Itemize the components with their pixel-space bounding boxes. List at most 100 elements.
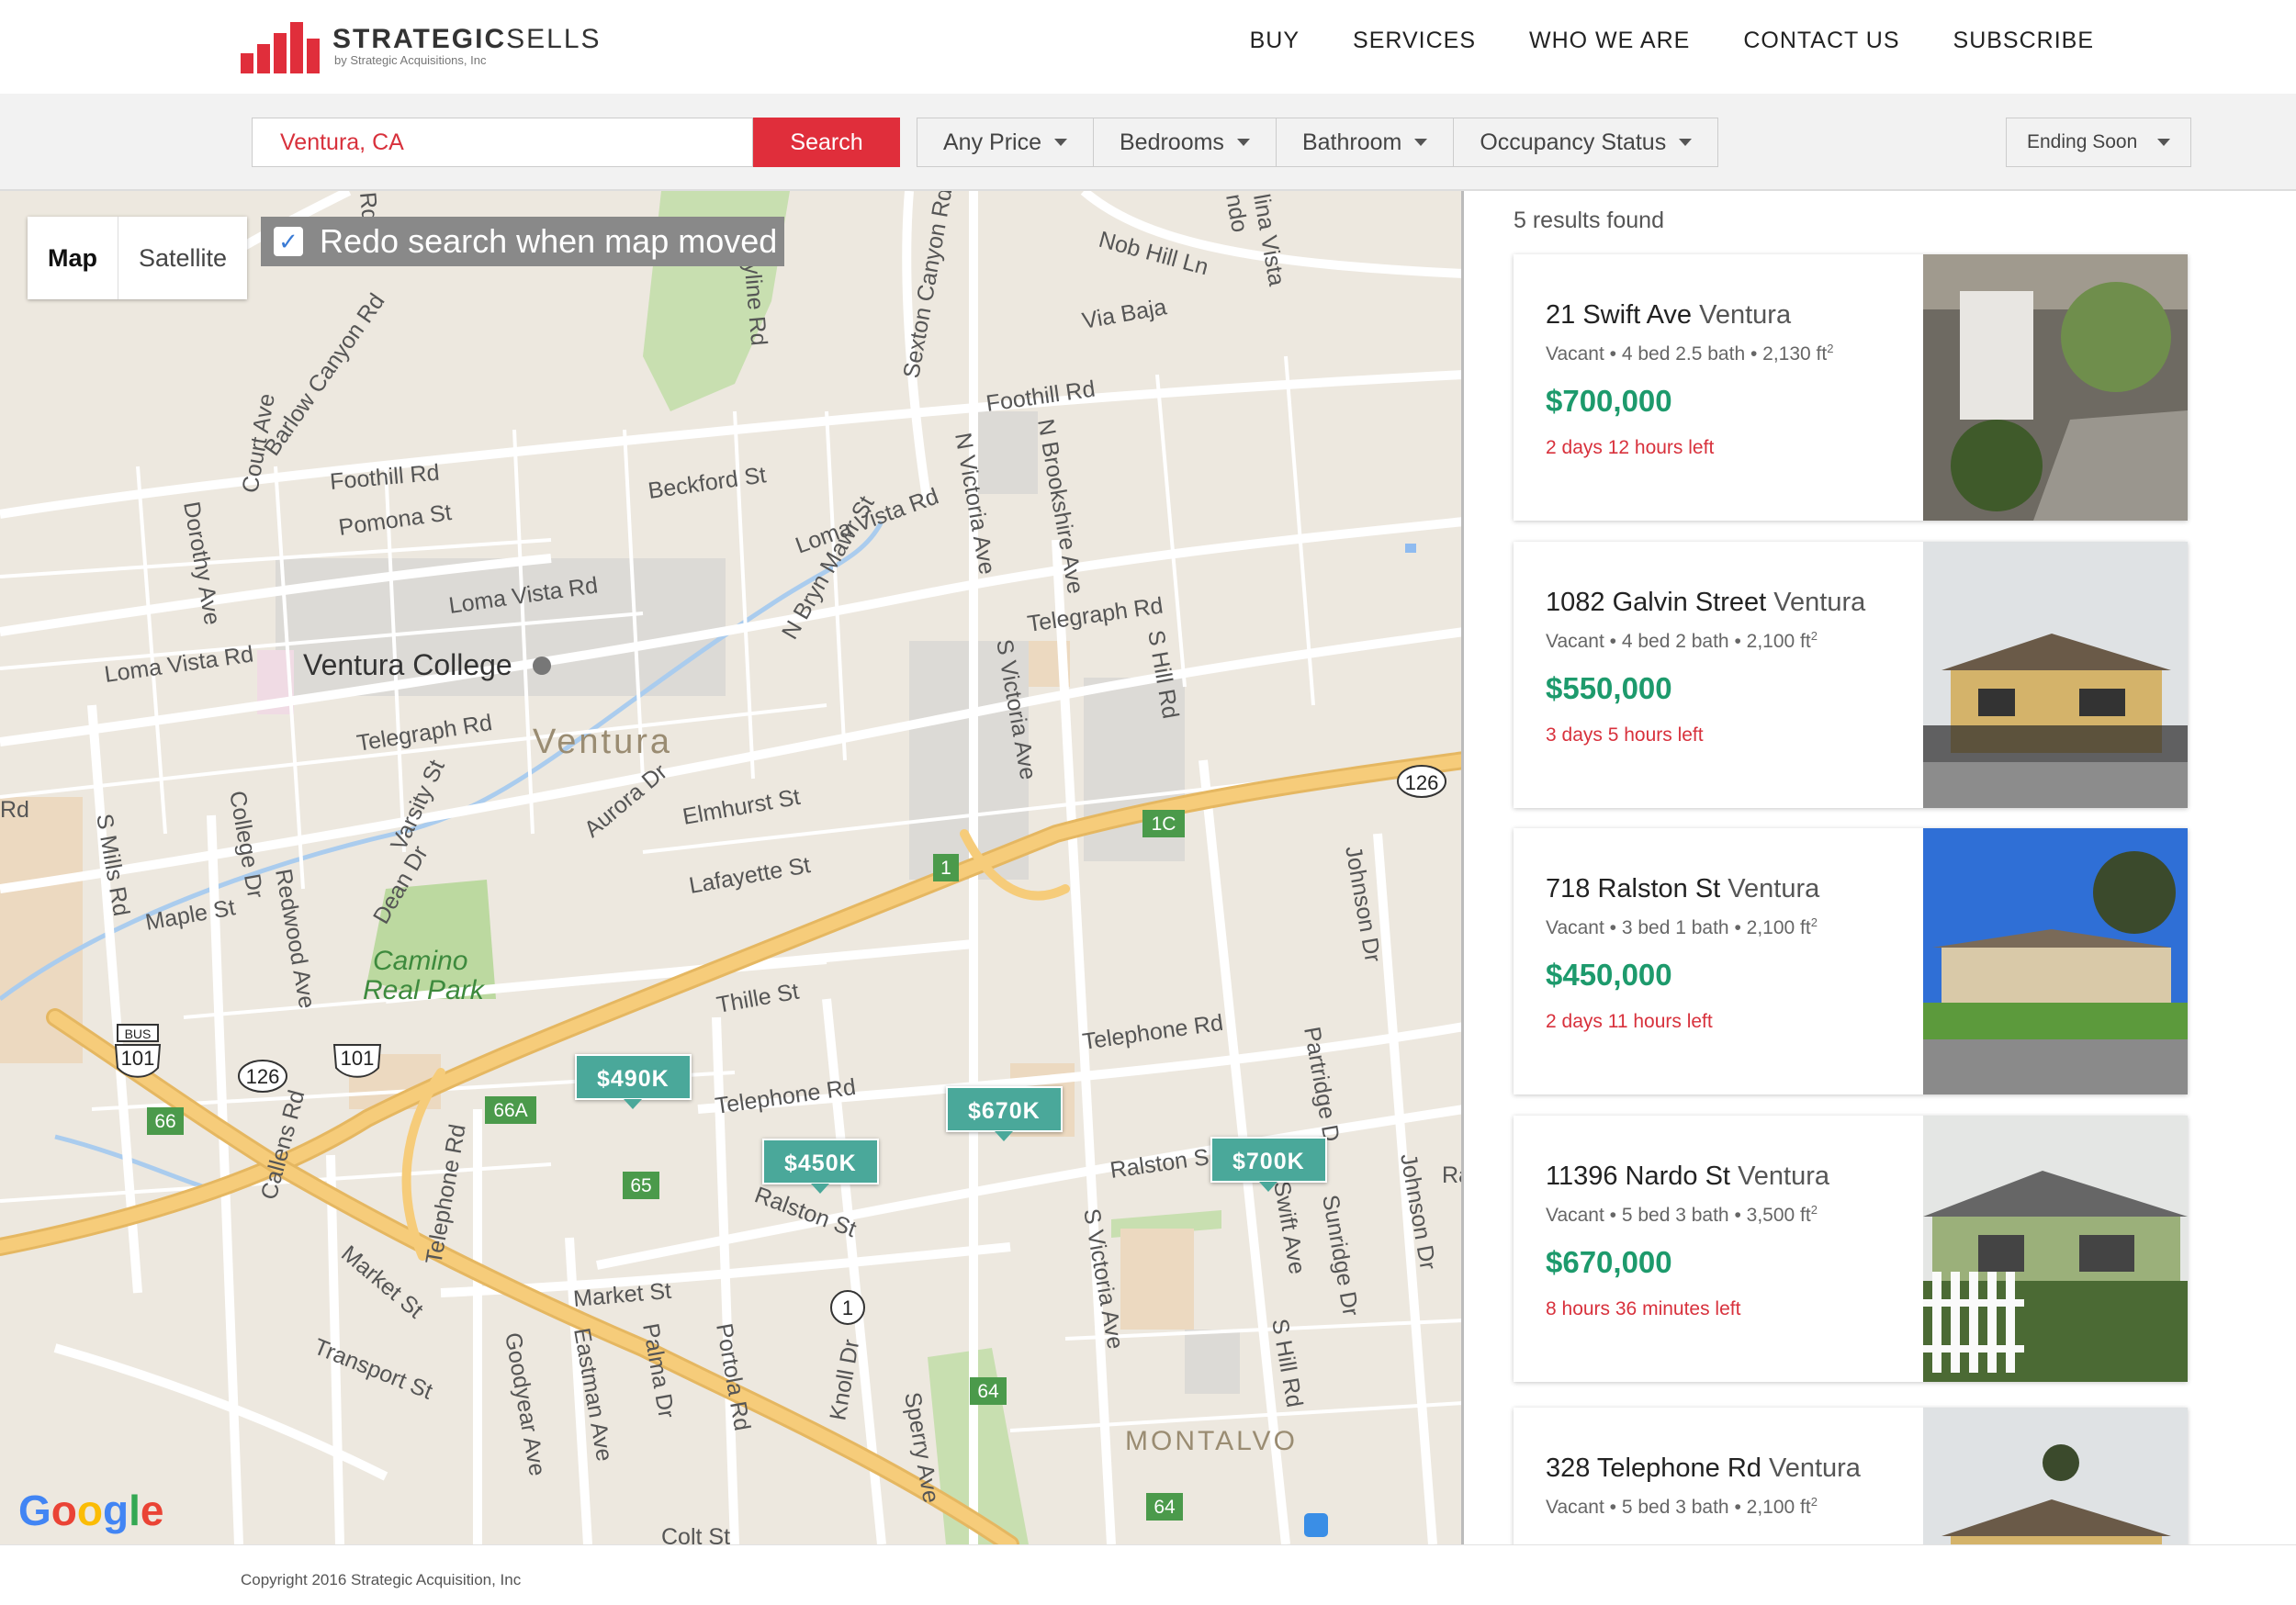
svg-text:Elmhurst St: Elmhurst St — [681, 784, 802, 830]
label-ventura-college: Ventura College — [303, 648, 512, 681]
svg-text:64: 64 — [1154, 1497, 1176, 1518]
svg-text:Transport St: Transport St — [310, 1334, 436, 1405]
svg-text:101: 101 — [121, 1047, 155, 1070]
svg-text:Telephone Rd: Telephone Rd — [1081, 1010, 1225, 1055]
hwy-126-shield-east: 126 — [1397, 765, 1446, 798]
water-feature — [1405, 544, 1416, 553]
svg-text:Maple St: Maple St — [143, 894, 237, 936]
street-labels: Foothill Rd Foothill Rd Telegraph Rd Tel… — [0, 191, 1464, 1544]
listing-price: $700,000 — [1546, 384, 1672, 418]
svg-text:Sunridge Dr: Sunridge Dr — [1317, 1193, 1364, 1318]
listing-photo[interactable] — [1923, 1408, 2188, 1544]
svg-text:Lafayette St: Lafayette St — [687, 852, 812, 899]
google-logo[interactable]: Google — [18, 1486, 163, 1535]
svg-text:lina Vista: lina Vista — [1248, 192, 1289, 287]
svg-text:Market St: Market St — [336, 1240, 428, 1323]
chevron-down-icon — [1236, 139, 1250, 146]
svg-text:126: 126 — [246, 1065, 280, 1088]
listing-address: 11396 Nardo St Ventura — [1546, 1162, 1830, 1191]
map-price-pin[interactable]: $700K — [1210, 1137, 1327, 1192]
listing-time-left: 2 days 11 hours left — [1546, 1011, 1713, 1032]
listing-photo[interactable] — [1923, 254, 2188, 521]
listing-price: $550,000 — [1546, 671, 1672, 705]
school-icon — [533, 657, 551, 675]
svg-text:Thille St: Thille St — [715, 979, 801, 1018]
label-park: Camino — [373, 946, 467, 976]
listing-time-left: 2 days 12 hours left — [1546, 437, 1715, 458]
svg-text:N Bryn Mawr St: N Bryn Mawr St — [777, 491, 880, 644]
listing-card[interactable]: 328 Telephone Rd Ventura Vacant • 5 bed … — [1514, 1408, 2188, 1544]
map-price-pin[interactable]: $450K — [762, 1139, 879, 1194]
nav-buy[interactable]: BUY — [1250, 28, 1300, 54]
svg-text:Loma Vista Rd: Loma Vista Rd — [103, 641, 255, 687]
redo-search-label: Redo search when map moved — [320, 222, 778, 260]
svg-text:Ra: Ra — [1442, 1162, 1464, 1188]
svg-text:Foothill Rd: Foothill Rd — [329, 460, 440, 495]
listing-photo[interactable] — [1923, 1116, 2188, 1382]
map-price-pin[interactable]: $490K — [575, 1054, 692, 1109]
price-filter[interactable]: Any Price — [917, 118, 1094, 166]
listing-details: Vacant • 5 bed 3 bath • 3,500 ft2 — [1546, 1203, 1818, 1226]
svg-text:1: 1 — [940, 858, 951, 879]
listing-price: $450,000 — [1546, 958, 1672, 992]
svg-text:Pomona St: Pomona St — [337, 499, 453, 541]
search-button[interactable]: Search — [753, 118, 900, 167]
listing-address: 718 Ralston St Ventura — [1546, 874, 1820, 904]
listing-card[interactable]: 21 Swift Ave Ventura Vacant • 4 bed 2.5 … — [1514, 254, 2188, 521]
listing-photo[interactable] — [1923, 542, 2188, 808]
listing-card[interactable]: 11396 Nardo St Ventura Vacant • 5 bed 3 … — [1514, 1116, 2188, 1382]
location-search-input[interactable]: Ventura, CA — [252, 118, 753, 167]
satellite-view-button[interactable]: Satellite — [118, 217, 247, 299]
svg-text:Telephone Rd: Telephone Rd — [421, 1122, 470, 1266]
site-logo[interactable]: STRATEGICSELLS by Strategic Acquisitions… — [241, 17, 602, 73]
bedrooms-filter[interactable]: Bedrooms — [1094, 118, 1277, 166]
listing-details: Vacant • 4 bed 2.5 bath • 2,130 ft2 — [1546, 342, 1834, 365]
logo-name: STRATEGICSELLS — [332, 24, 602, 54]
listing-details: Vacant • 5 bed 3 bath • 2,100 ft2 — [1546, 1495, 1818, 1518]
copyright-text: Copyright 2016 Strategic Acquisition, In… — [241, 1571, 522, 1588]
us-101-shield: 101 — [332, 1044, 382, 1078]
listing-price: $670,000 — [1546, 1245, 1672, 1279]
svg-text:Foothill Rd: Foothill Rd — [985, 376, 1097, 417]
svg-text:Goodyear Ave: Goodyear Ave — [500, 1330, 550, 1477]
label-montalvo: MONTALVO — [1125, 1426, 1298, 1456]
listing-card[interactable]: 718 Ralston St Ventura Vacant • 3 bed 1 … — [1514, 828, 2188, 1094]
main-nav: BUY SERVICES WHO WE ARE CONTACT US SUBSC… — [1250, 28, 2094, 54]
svg-text:1C: 1C — [1152, 814, 1176, 835]
svg-text:ndo: ndo — [1221, 192, 1253, 234]
map-tiles[interactable]: Ventura College Ventura Camino Real Park… — [0, 191, 1464, 1544]
listing-card[interactable]: 1082 Galvin Street Ventura Vacant • 4 be… — [1514, 542, 2188, 808]
svg-text:65: 65 — [630, 1175, 651, 1196]
svg-text:Varsity St: Varsity St — [386, 756, 450, 854]
search-bar: Ventura, CA Search Any Price Bedrooms Ba… — [0, 94, 2296, 191]
listing-address: 21 Swift Ave Ventura — [1546, 300, 1792, 330]
svg-text:Barlow Canyon Rd: Barlow Canyon Rd — [259, 289, 389, 461]
svg-text:Beckford St: Beckford St — [647, 462, 768, 504]
svg-text:1: 1 — [842, 1296, 853, 1319]
nav-who-we-are[interactable]: WHO WE ARE — [1529, 28, 1690, 54]
occupancy-filter[interactable]: Occupancy Status — [1454, 118, 1717, 166]
bathroom-filter[interactable]: Bathroom — [1277, 118, 1455, 166]
svg-text:64: 64 — [977, 1381, 999, 1402]
sort-select[interactable]: Ending Soon — [2006, 118, 2191, 167]
listing-address: 328 Telephone Rd Ventura — [1546, 1453, 1861, 1483]
checkbox-checked-icon[interactable]: ✓ — [274, 227, 303, 256]
nav-services[interactable]: SERVICES — [1353, 28, 1476, 54]
listing-photo[interactable] — [1923, 828, 2188, 1094]
map-canvas[interactable]: Ventura College Ventura Camino Real Park… — [0, 191, 1464, 1544]
results-count: 5 results found — [1514, 208, 1664, 233]
listing-address: 1082 Galvin Street Ventura — [1546, 588, 1866, 617]
map-view-button[interactable]: Map — [28, 217, 118, 299]
svg-text:Colt St: Colt St — [661, 1524, 730, 1544]
svg-text:Telegraph Rd: Telegraph Rd — [1026, 593, 1165, 637]
nav-contact-us[interactable]: CONTACT US — [1743, 28, 1899, 54]
site-footer: Copyright 2016 Strategic Acquisition, In… — [0, 1544, 2296, 1605]
svg-text:Swift Ave: Swift Ave — [1268, 1179, 1310, 1276]
nav-subscribe[interactable]: SUBSCRIBE — [1953, 28, 2094, 54]
listing-time-left: 8 hours 36 minutes left — [1546, 1298, 1741, 1319]
redo-search-toggle[interactable]: ✓ Redo search when map moved — [261, 217, 784, 266]
results-panel[interactable]: 5 results found 21 Swift Ave Ventura Vac… — [1468, 191, 2296, 1544]
map-price-pin[interactable]: $670K — [946, 1086, 1063, 1141]
svg-text:Ralston S: Ralston S — [1109, 1144, 1210, 1184]
svg-text:101: 101 — [341, 1047, 375, 1070]
